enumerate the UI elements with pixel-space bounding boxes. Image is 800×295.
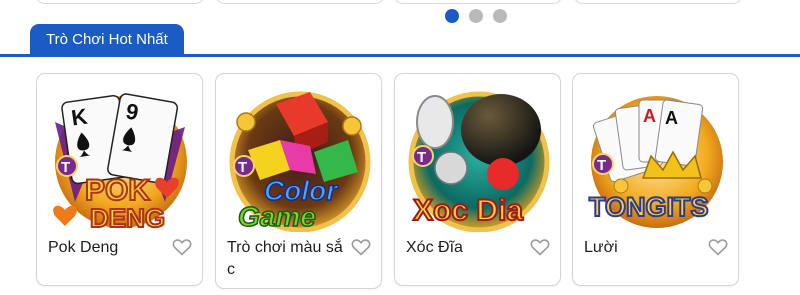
svg-text:T: T (238, 159, 247, 176)
svg-text:A: A (643, 106, 656, 126)
heart-icon[interactable] (708, 238, 728, 256)
partial-card[interactable] (35, 0, 205, 4)
color-game-thumbnail[interactable]: Color Game T (224, 82, 375, 232)
game-name[interactable]: Lười (584, 237, 704, 259)
game-card-xoc-dia[interactable]: Xoc Dia T Xóc Đĩa (394, 73, 561, 286)
section-header: Trò Chơi Hot Nhất (0, 24, 800, 57)
svg-text:T: T (597, 157, 606, 174)
heart-icon[interactable] (351, 238, 371, 256)
partial-card[interactable] (573, 0, 743, 4)
game-card-color-game[interactable]: Color Game T Trò chơi màu sắc (215, 73, 382, 289)
section-title: Trò Chơi Hot Nhất (30, 24, 184, 55)
carousel-dot[interactable] (493, 9, 507, 23)
game-card-tongits[interactable]: A A TONGITS T Lười (572, 73, 739, 286)
carousel-pagination (445, 9, 507, 23)
svg-text:T: T (417, 149, 426, 166)
svg-text:T: T (61, 159, 70, 176)
partial-card[interactable] (393, 0, 563, 4)
svg-text:Xoc Dia: Xoc Dia (413, 194, 523, 227)
xoc-dia-thumbnail[interactable]: Xoc Dia T (403, 82, 554, 232)
carousel-dot[interactable] (445, 9, 459, 23)
pok-deng-thumbnail[interactable]: K 9 POK DENG T (45, 82, 196, 232)
previous-row-cards (0, 0, 800, 8)
carousel-dot[interactable] (469, 9, 483, 23)
section-divider (0, 54, 800, 57)
game-card-pok-deng[interactable]: K 9 POK DENG T Pok Deng (36, 73, 203, 286)
game-name[interactable]: Pok Deng (48, 237, 168, 259)
game-name[interactable]: Trò chơi màu sắc (227, 237, 347, 281)
tongits-thumbnail[interactable]: A A TONGITS T (581, 82, 732, 232)
heart-icon[interactable] (530, 238, 550, 256)
partial-card[interactable] (215, 0, 385, 4)
svg-text:TONGITS: TONGITS (589, 192, 709, 222)
svg-text:Game: Game (238, 201, 316, 232)
svg-text:A: A (665, 108, 678, 128)
heart-icon[interactable] (172, 238, 192, 256)
svg-text:DENG: DENG (90, 203, 165, 232)
game-name[interactable]: Xóc Đĩa (406, 237, 526, 259)
